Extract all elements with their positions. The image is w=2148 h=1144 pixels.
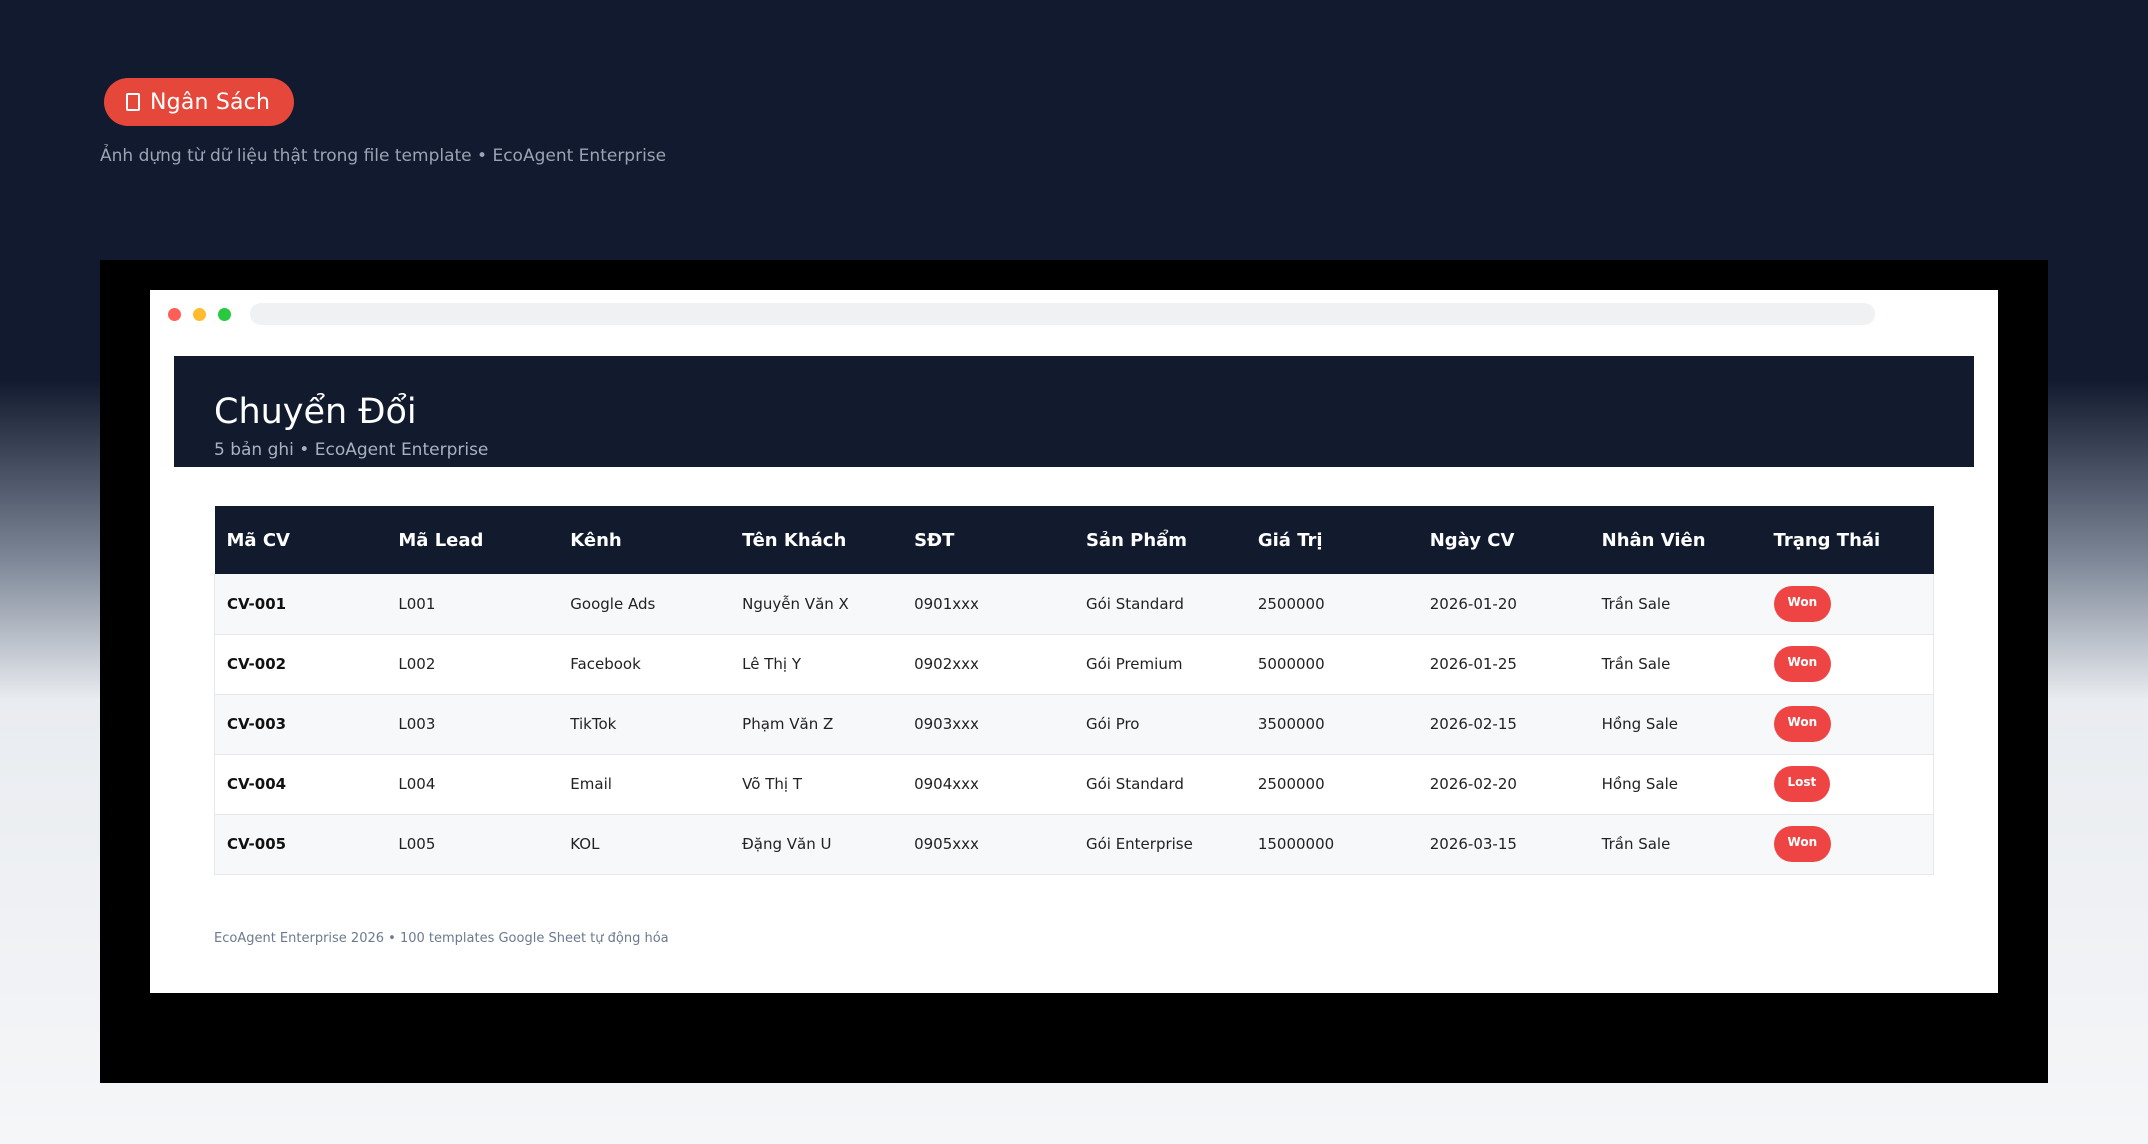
table-cell: CV-004 [227,775,287,793]
table-cell: 2026-02-20 [1429,775,1517,793]
table-header-row: Mã CV Mã Lead Kênh Tên Khách SĐT Sản Phẩm Giá … [214,506,1934,574]
table-cell: 0905xxx [914,835,979,853]
table-cell: Hồng Sale [1601,775,1678,793]
table-cell: 0903xxx [914,715,979,733]
status-cell: Won [1762,634,1934,694]
status-cell: Won [1762,814,1934,874]
table-cell: Phạm Văn Z [742,715,834,733]
table-cell: L004 [398,775,436,793]
table-cell: Trần Sale [1601,594,1671,613]
table-row[interactable]: CV-005 L005 KOL Đặng Văn U 0905xxx Gói Enterp… [214,814,1934,874]
table-cell: L003 [398,715,436,733]
category-badge-label: Ngân Sách [150,89,271,115]
status-badge: Lost [1773,766,1831,802]
status-badge: Won [1773,585,1832,622]
column-header[interactable]: Giá Trị [1246,506,1418,574]
table-cell: 0901xxx [914,594,979,613]
table-cell: Email [570,775,612,793]
table-cell: 2026-01-20 [1429,594,1517,613]
table-cell: 2026-01-25 [1429,655,1517,673]
table-cell: 15000000 [1257,835,1335,853]
sheet-title: Chuyển Đổi [214,392,417,432]
table-row[interactable]: CV-002 L002 Facebook Lê Thị Y 0902xxx Gói Pre… [214,634,1934,694]
column-header[interactable]: Nhân Viên [1590,506,1762,574]
table-cell: Đặng Văn U [742,835,832,853]
close-dot-icon[interactable] [168,308,181,321]
sheet-subtitle: 5 bản ghi • EcoAgent Enterprise [214,440,489,460]
table-cell: Trần Sale [1601,655,1671,673]
minimize-dot-icon[interactable] [193,308,206,321]
data-table: Mã CV Mã Lead Kênh Tên Khách SĐT Sản Phẩm Giá … [214,506,1934,875]
table-cell: CV-001 [227,594,287,613]
table-cell: Lê Thị Y [742,655,802,673]
table-cell: 2026-02-15 [1429,715,1517,733]
table-cell: 3500000 [1257,715,1325,733]
sheet-footer: EcoAgent Enterprise 2026 • 100 templates… [214,931,669,946]
maximize-dot-icon[interactable] [218,308,231,321]
table-cell: 0902xxx [914,655,979,673]
status-badge: Won [1773,646,1832,682]
status-cell: Won [1762,694,1934,754]
table-cell: Hồng Sale [1601,715,1678,733]
table-cell: Trần Sale [1601,835,1671,853]
window-controls [168,308,231,321]
table-cell: Gói Enterprise [1085,835,1193,853]
table-cell: 2500000 [1257,594,1325,613]
table-cell: CV-003 [227,715,287,733]
table-row[interactable]: CV-004 L004 Email Võ Thị T 0904xxx Gói Standa… [214,754,1934,814]
sheet-header: Chuyển Đổi 5 bản ghi • EcoAgent Enterpri… [174,356,1974,467]
table-cell: Võ Thị T [742,775,802,793]
table-cell: 2026-03-15 [1429,835,1517,853]
column-header[interactable]: SĐT [902,506,1074,574]
table-cell: Nguyễn Văn X [742,594,849,613]
table-cell: Gói Premium [1085,655,1183,673]
status-cell: Won [1762,574,1934,634]
table-row[interactable]: CV-001 L001 Google Ads Nguyễn Văn X 0901xxx G… [214,574,1934,634]
table-cell: CV-002 [227,655,287,673]
table-cell: 2500000 [1257,775,1325,793]
status-badge: Won [1773,706,1832,742]
table-cell: Gói Standard [1085,594,1184,613]
document-icon [126,93,140,111]
table-cell: TikTok [570,715,617,733]
table-cell: Gói Pro [1085,715,1140,733]
table-cell: L001 [398,594,436,613]
table-cell: CV-005 [227,835,287,853]
browser-window: Chuyển Đổi 5 bản ghi • EcoAgent Enterpri… [150,290,1998,993]
category-badge[interactable]: Ngân Sách [104,78,295,126]
table-cell: 0904xxx [914,775,979,793]
column-header[interactable]: Sản Phẩm [1074,506,1246,574]
table-cell: Facebook [570,655,641,673]
column-header[interactable]: Mã Lead [386,506,558,574]
table-cell: Google Ads [570,594,656,613]
column-header[interactable]: Tên Khách [730,506,902,574]
table-cell: Gói Standard [1085,775,1184,793]
table-cell: 5000000 [1257,655,1325,673]
table-row[interactable]: CV-003 L003 TikTok Phạm Văn Z 0903xxx Gói Pro… [214,694,1934,754]
address-bar[interactable] [250,303,1875,325]
table-cell: KOL [570,835,600,853]
column-header[interactable]: Trạng Thái [1762,506,1934,574]
page-subtitle: Ảnh dựng từ dữ liệu thật trong file temp… [100,146,667,166]
status-cell: Lost [1762,754,1934,814]
table-cell: L002 [398,655,436,673]
column-header[interactable]: Kênh [558,506,730,574]
column-header[interactable]: Mã CV [215,506,387,574]
column-header[interactable]: Ngày CV [1418,506,1590,574]
table-cell: L005 [398,835,436,853]
status-badge: Won [1773,826,1832,862]
